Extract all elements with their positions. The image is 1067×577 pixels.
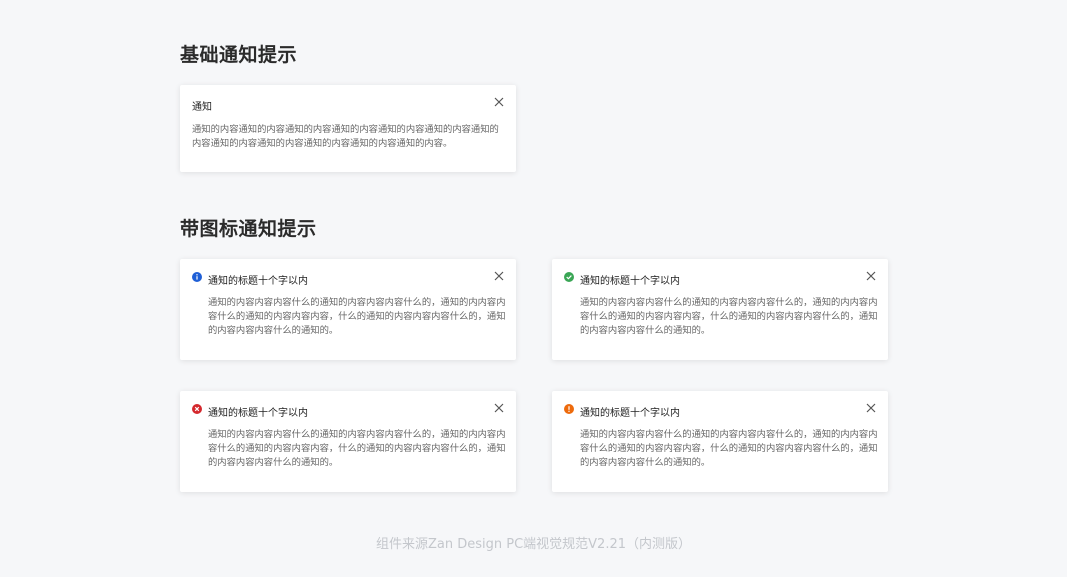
close-circle-icon [192, 404, 202, 414]
footer-caption: 组件来源Zan Design PC端视觉规范V2.21（内测版） [375, 537, 691, 552]
success-notification-card: 通知的标题十个字以内 通知的内容内容内容什么的通知的内容内容内容什么的，通知的内… [552, 259, 888, 360]
warning-circle-icon [564, 404, 574, 414]
section-title-basic: 基础通知提示 [180, 44, 298, 66]
notification-title: 通知的标题十个字以内 [208, 276, 308, 287]
close-icon[interactable] [494, 271, 504, 281]
error-notification-card: 通知的标题十个字以内 通知的内容内容内容什么的通知的内容内容内容什么的，通知的内… [180, 391, 516, 492]
notification-title: 通知的标题十个字以内 [580, 276, 680, 287]
notification-title: 通知的标题十个字以内 [580, 408, 680, 419]
close-icon[interactable] [866, 271, 876, 281]
notification-body: 通知的内容通知的内容通知的内容通知的内容通知的内容通知的内容通知的内容通知的内容… [192, 124, 499, 149]
basic-notification-card: 通知 通知的内容通知的内容通知的内容通知的内容通知的内容通知的内容通知的内容通知… [180, 85, 516, 172]
notification-body: 通知的内容内容内容什么的通知的内容内容内容什么的，通知的内内容内容什么的通知的内… [580, 297, 878, 336]
warning-notification-card: 通知的标题十个字以内 通知的内容内容内容什么的通知的内容内容内容什么的，通知的内… [552, 391, 888, 492]
info-icon [192, 272, 202, 282]
notification-body: 通知的内容内容内容什么的通知的内容内容内容什么的，通知的内内容内容什么的通知的内… [208, 429, 506, 468]
close-icon[interactable] [866, 403, 876, 413]
notification-title: 通知 [192, 102, 212, 113]
section-title-icon: 带图标通知提示 [180, 218, 317, 240]
close-icon[interactable] [494, 97, 504, 107]
notification-title: 通知的标题十个字以内 [208, 408, 308, 419]
notification-body: 通知的内容内容内容什么的通知的内容内容内容什么的，通知的内内容内容什么的通知的内… [580, 429, 878, 468]
close-icon[interactable] [494, 403, 504, 413]
check-circle-icon [564, 272, 574, 282]
info-notification-card: 通知的标题十个字以内 通知的内容内容内容什么的通知的内容内容内容什么的，通知的内… [180, 259, 516, 360]
notification-body: 通知的内容内容内容什么的通知的内容内容内容什么的，通知的内内容内容什么的通知的内… [208, 297, 506, 336]
